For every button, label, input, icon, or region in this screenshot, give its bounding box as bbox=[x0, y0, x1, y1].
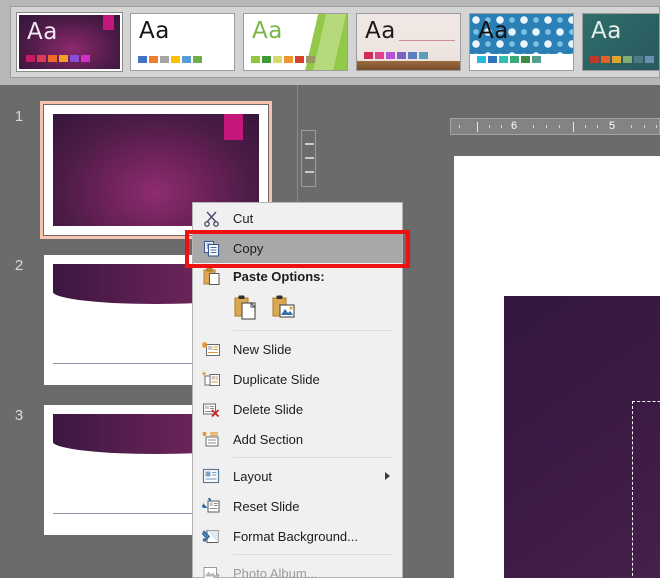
menu-item-copy[interactable]: Copy bbox=[193, 233, 402, 263]
theme-item-wisp[interactable]: Aa bbox=[356, 13, 461, 71]
slide-number: 2 bbox=[14, 257, 24, 274]
menu-item-layout[interactable]: Layout bbox=[193, 461, 402, 491]
menu-item-label: Copy bbox=[233, 240, 264, 256]
theme-sample-text: Aa bbox=[365, 18, 396, 44]
slide-number: 3 bbox=[14, 407, 24, 424]
slide-context-menu[interactable]: Cut Copy Paste Options: New Slide Duplic… bbox=[192, 202, 403, 578]
theme-sample-text: Aa bbox=[252, 18, 283, 44]
new-slide-icon bbox=[201, 339, 221, 359]
theme-swatches bbox=[26, 55, 90, 62]
theme-item-damask[interactable]: Aa bbox=[469, 13, 574, 71]
theme-swatches bbox=[364, 52, 428, 59]
menu-item-add-section[interactable]: Add Section bbox=[193, 424, 402, 454]
theme-swatches bbox=[138, 56, 202, 63]
ruler-label: 5 bbox=[609, 120, 616, 132]
photo-album-icon bbox=[201, 563, 221, 578]
menu-item-photo-album[interactable]: Photo Album... bbox=[193, 558, 402, 578]
theme-swatches bbox=[590, 56, 654, 63]
paste-picture-button[interactable] bbox=[271, 294, 297, 322]
format-background-icon bbox=[201, 526, 221, 546]
menu-separator bbox=[233, 554, 392, 555]
chevron-right-icon bbox=[385, 472, 390, 480]
theme-item-facet[interactable]: Aa bbox=[243, 13, 348, 71]
delete-slide-icon bbox=[201, 399, 221, 419]
theme-swatches bbox=[477, 56, 541, 63]
theme-sample-text: Aa bbox=[591, 18, 622, 44]
theme-item-office[interactable]: Aa bbox=[130, 13, 235, 71]
menu-item-label: Layout bbox=[233, 468, 273, 484]
duplicate-slide-icon bbox=[201, 369, 221, 389]
splitter-grip[interactable] bbox=[301, 130, 316, 187]
menu-item-duplicate-slide[interactable]: Duplicate Slide bbox=[193, 364, 402, 394]
menu-item-label: Add Section bbox=[233, 431, 304, 447]
menu-item-label: Reset Slide bbox=[233, 498, 300, 514]
themes-ribbon: Aa Aa Aa Aa Aa Aa bbox=[0, 0, 660, 103]
paste-destination-theme-button[interactable] bbox=[233, 294, 259, 322]
slide-number: 1 bbox=[14, 108, 24, 125]
current-slide[interactable] bbox=[454, 156, 660, 578]
powerpoint-window: Aa Aa Aa Aa Aa Aa 1 2 3 6 5 Cut Copy Pas… bbox=[0, 0, 660, 578]
layout-icon bbox=[201, 466, 221, 486]
theme-item-dividend[interactable]: Aa bbox=[582, 13, 659, 71]
reset-slide-icon bbox=[201, 496, 221, 516]
themes-gallery[interactable]: Aa Aa Aa Aa Aa Aa bbox=[10, 6, 660, 78]
theme-decoration bbox=[399, 40, 455, 41]
menu-item-label: Photo Album... bbox=[233, 565, 318, 578]
menu-section-label: Paste Options: bbox=[233, 268, 325, 284]
scissors-icon bbox=[201, 208, 221, 228]
menu-item-format-background[interactable]: Format Background... bbox=[193, 521, 402, 551]
menu-item-reset-slide[interactable]: Reset Slide bbox=[193, 491, 402, 521]
menu-item-label: Cut bbox=[233, 210, 254, 226]
menu-separator bbox=[233, 457, 392, 458]
menu-item-label: Duplicate Slide bbox=[233, 371, 320, 387]
theme-decoration bbox=[357, 61, 460, 70]
theme-sample-text: Aa bbox=[27, 19, 58, 45]
theme-item-berlin[interactable]: Aa bbox=[16, 12, 123, 72]
paste-options-row bbox=[193, 289, 402, 327]
ruler-label: 6 bbox=[511, 120, 518, 132]
selected-placeholder[interactable] bbox=[632, 401, 660, 578]
menu-item-label: Format Background... bbox=[233, 528, 358, 544]
theme-sample-text: Aa bbox=[478, 18, 509, 44]
add-section-icon bbox=[201, 429, 221, 449]
theme-swatches bbox=[251, 56, 315, 63]
copy-icon bbox=[201, 238, 221, 258]
theme-accent-corner bbox=[103, 15, 114, 30]
menu-paste-options-header: Paste Options: bbox=[193, 263, 402, 289]
menu-item-cut[interactable]: Cut bbox=[193, 203, 402, 233]
theme-sample-text: Aa bbox=[139, 18, 170, 44]
menu-item-label: Delete Slide bbox=[233, 401, 304, 417]
menu-item-label: New Slide bbox=[233, 341, 292, 357]
menu-item-new-slide[interactable]: New Slide bbox=[193, 334, 402, 364]
slide-canvas-area bbox=[450, 140, 660, 578]
slide-accent-shape bbox=[224, 114, 243, 140]
horizontal-ruler[interactable]: 6 5 bbox=[450, 118, 660, 135]
paste-icon bbox=[201, 266, 221, 286]
menu-item-delete-slide[interactable]: Delete Slide bbox=[193, 394, 402, 424]
menu-separator bbox=[233, 330, 392, 331]
